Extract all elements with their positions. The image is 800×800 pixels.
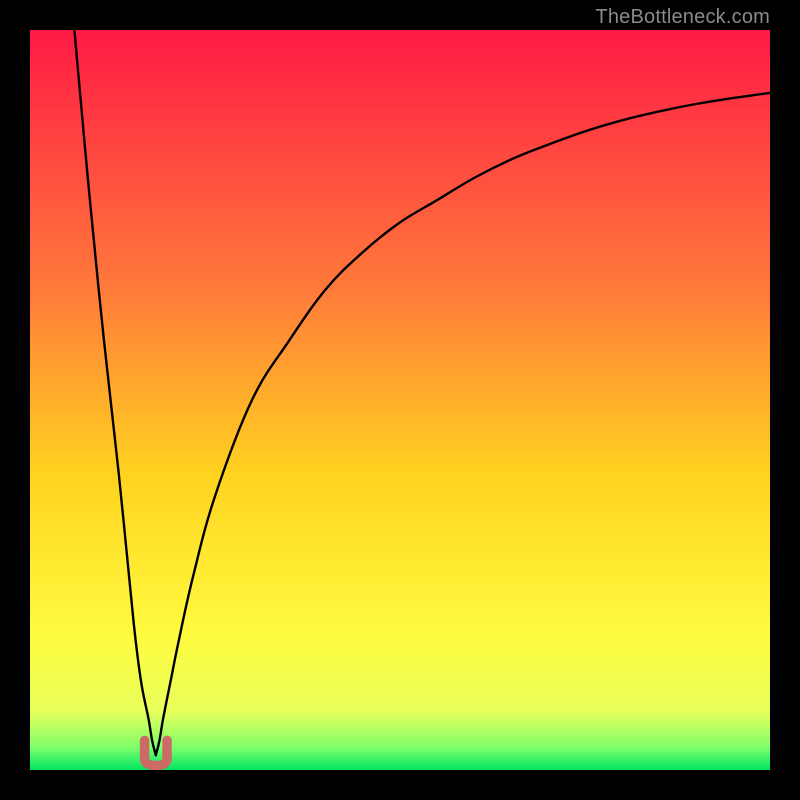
outer-frame: TheBottleneck.com [0,0,800,800]
gradient-background [30,30,770,770]
plot-area [30,30,770,770]
chart-svg [30,30,770,770]
credit-text: TheBottleneck.com [595,6,770,29]
